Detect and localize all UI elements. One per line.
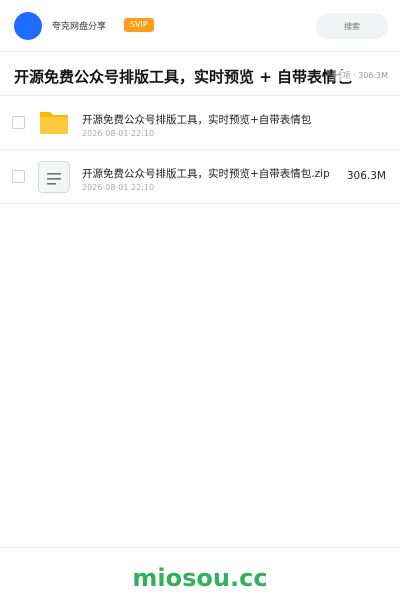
folder-icon (38, 107, 70, 139)
file-size: 306.3M (346, 170, 386, 182)
row-checkbox[interactable] (12, 116, 25, 129)
brand-watermark[interactable]: miosou.cc (0, 564, 400, 592)
top-header: 夸克网盘分享 SVIP (0, 0, 400, 52)
svip-badge: SVIP (124, 18, 154, 32)
zip-file-icon (38, 161, 70, 193)
page-title: 开源免费公众号排版工具，实时预览 + 自带表情包 (14, 68, 353, 86)
share-meta: 项 · 306.3M (330, 70, 388, 81)
file-row[interactable]: 开源免费公众号排版工具，实时预览+自带表情包 2026-08-01 22:10 (0, 96, 400, 150)
share-title-bar: 开源免费公众号排版工具，实时预览 + 自带表情包 项 · 306.3M (0, 52, 400, 96)
file-row[interactable]: 开源免费公众号排版工具，实时预览+自带表情包.zip 2026-08-01 22… (0, 150, 400, 204)
file-date: 2026-08-01 22:10 (82, 129, 155, 138)
avatar[interactable] (14, 12, 42, 40)
file-name[interactable]: 开源免费公众号排版工具，实时预览+自带表情包.zip (82, 166, 330, 181)
footer: miosou.cc (0, 547, 400, 600)
search-input[interactable] (316, 13, 388, 39)
sharer-name: 夸克网盘分享 (52, 22, 107, 32)
row-checkbox[interactable] (12, 170, 25, 183)
file-name[interactable]: 开源免费公众号排版工具，实时预览+自带表情包 (82, 112, 311, 127)
file-date: 2026-08-01 22:10 (82, 183, 155, 192)
